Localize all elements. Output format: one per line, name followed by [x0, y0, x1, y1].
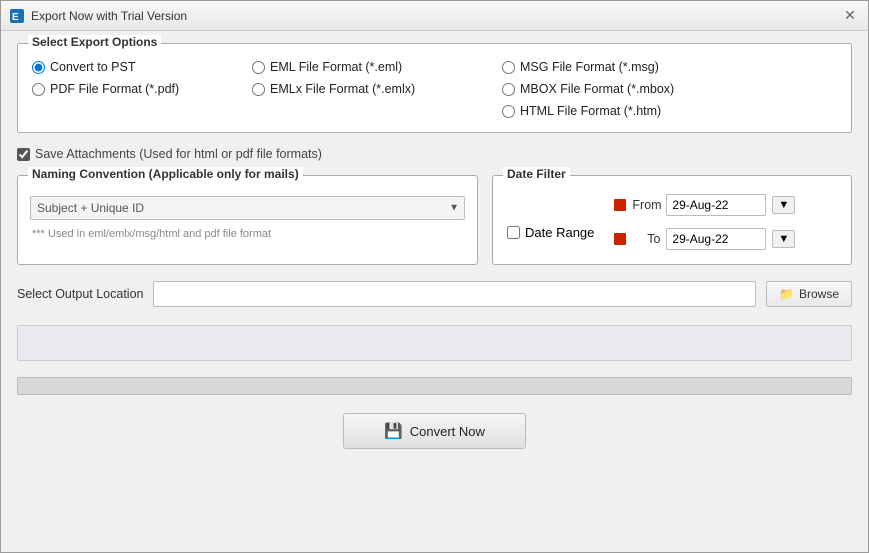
from-date-picker-button[interactable]: ▼: [772, 196, 795, 214]
convert-icon: 💾: [384, 422, 403, 440]
progress-area-1: [17, 325, 852, 361]
close-button[interactable]: ✕: [840, 6, 860, 26]
option-mbox[interactable]: MBOX File Format (*.mbox): [502, 82, 752, 96]
to-label: To: [632, 232, 660, 246]
option-mbox-label: MBOX File Format (*.mbox): [520, 82, 674, 96]
option-msg[interactable]: MSG File Format (*.msg): [502, 60, 752, 74]
save-attachments-label: Save Attachments (Used for html or pdf f…: [35, 147, 322, 161]
option-pdf[interactable]: PDF File Format (*.pdf): [32, 82, 252, 96]
middle-section: Naming Convention (Applicable only for m…: [17, 175, 852, 265]
main-window: E Export Now with Trial Version ✕ Select…: [0, 0, 869, 553]
to-date-row: To ▼: [614, 228, 795, 250]
naming-note: *** Used in eml/emlx/msg/html and pdf fi…: [30, 228, 465, 240]
date-filter-legend: Date Filter: [503, 167, 570, 181]
convert-now-button[interactable]: 💾 Convert Now: [343, 413, 526, 449]
option-eml-label: EML File Format (*.eml): [270, 60, 402, 74]
radio-html[interactable]: [502, 105, 515, 118]
export-options-legend: Select Export Options: [28, 35, 161, 49]
naming-convention-legend: Naming Convention (Applicable only for m…: [28, 167, 303, 181]
date-filter-box: Date Filter Date Range From ▼: [492, 175, 852, 265]
title-bar: E Export Now with Trial Version ✕: [1, 1, 868, 31]
option-html[interactable]: HTML File Format (*.htm): [502, 104, 752, 118]
naming-select[interactable]: Subject + Unique ID: [30, 196, 465, 220]
convert-now-label: Convert Now: [410, 424, 485, 439]
bottom-area: 💾 Convert Now: [17, 405, 852, 457]
option-eml[interactable]: EML File Format (*.eml): [252, 60, 502, 74]
output-location-row: Select Output Location 📁 Browse: [17, 275, 852, 313]
from-date-input[interactable]: [666, 194, 766, 216]
output-location-label: Select Output Location: [17, 287, 143, 301]
option-msg-label: MSG File Format (*.msg): [520, 60, 659, 74]
app-icon: E: [9, 8, 25, 24]
from-date-icon: [614, 199, 626, 211]
radio-grid: Convert to PST EML File Format (*.eml) M…: [32, 54, 837, 118]
browse-label: Browse: [799, 287, 839, 301]
browse-icon: 📁: [779, 287, 794, 301]
from-label: From: [632, 198, 660, 212]
date-range-left: Date Range: [507, 194, 594, 250]
option-html-label: HTML File Format (*.htm): [520, 104, 661, 118]
radio-mbox[interactable]: [502, 83, 515, 96]
to-date-input[interactable]: [666, 228, 766, 250]
radio-emlx[interactable]: [252, 83, 265, 96]
to-date-icon: [614, 233, 626, 245]
date-range-label: Date Range: [525, 225, 594, 240]
radio-pst[interactable]: [32, 61, 45, 74]
option-emlx-label: EMLx File Format (*.emlx): [270, 82, 415, 96]
date-range-checkbox[interactable]: [507, 226, 520, 239]
radio-msg[interactable]: [502, 61, 515, 74]
radio-eml[interactable]: [252, 61, 265, 74]
export-options-group: Select Export Options Convert to PST EML…: [17, 43, 852, 133]
option-pdf-label: PDF File Format (*.pdf): [50, 82, 179, 96]
naming-convention-box: Naming Convention (Applicable only for m…: [17, 175, 478, 265]
date-rows: From ▼ To ▼: [614, 194, 795, 250]
save-attachments-checkbox[interactable]: [17, 148, 30, 161]
svg-text:E: E: [12, 12, 19, 23]
option-pst[interactable]: Convert to PST: [32, 60, 252, 74]
from-date-row: From ▼: [614, 194, 795, 216]
title-bar-text: Export Now with Trial Version: [31, 9, 840, 23]
radio-pdf[interactable]: [32, 83, 45, 96]
save-attachments-row: Save Attachments (Used for html or pdf f…: [17, 143, 852, 165]
browse-button[interactable]: 📁 Browse: [766, 281, 852, 307]
naming-content: Subject + Unique ID ▼ *** Used in eml/em…: [30, 196, 465, 240]
date-filter-content: Date Range From ▼ To ▼: [507, 194, 837, 250]
option-emlx[interactable]: EMLx File Format (*.emlx): [252, 82, 502, 96]
progress-bar-track: [17, 377, 852, 395]
naming-select-wrapper: Subject + Unique ID ▼: [30, 196, 465, 220]
to-date-picker-button[interactable]: ▼: [772, 230, 795, 248]
option-pst-label: Convert to PST: [50, 60, 135, 74]
main-content: Select Export Options Convert to PST EML…: [1, 31, 868, 552]
output-location-input[interactable]: [153, 281, 756, 307]
